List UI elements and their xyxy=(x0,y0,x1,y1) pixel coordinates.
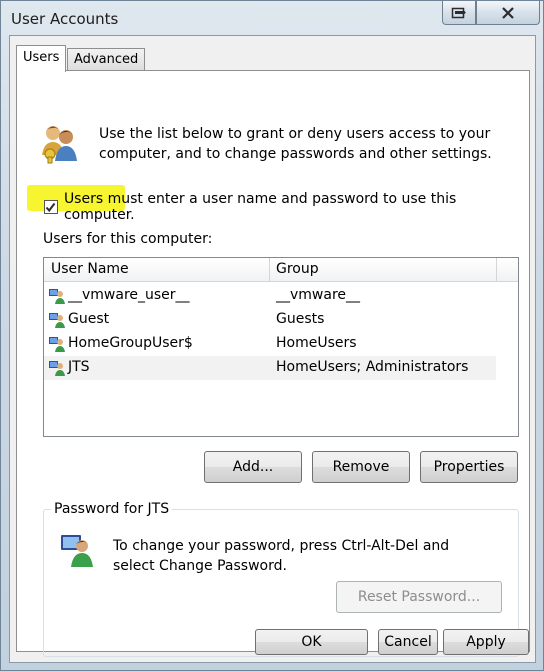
table-row[interactable]: HomeGroupUser$ HomeUsers xyxy=(44,332,496,356)
user-icon xyxy=(49,360,65,376)
restore-icon xyxy=(451,7,466,18)
list-header: User Name Group xyxy=(44,258,518,282)
user-group-cell: Guests xyxy=(276,311,325,327)
remove-button[interactable]: Remove xyxy=(312,451,410,483)
user-name-cell: __vmware_user__ xyxy=(68,287,190,303)
users-icon xyxy=(38,121,82,165)
user-name-cell: HomeGroupUser$ xyxy=(68,335,193,351)
title-bar[interactable]: User Accounts xyxy=(1,1,543,35)
cancel-button[interactable]: Cancel xyxy=(378,629,438,655)
close-button[interactable] xyxy=(476,1,540,25)
apply-button[interactable]: Apply xyxy=(443,629,529,655)
table-row[interactable]: __vmware_user__ __vmware__ xyxy=(44,284,496,308)
intro-text: Use the list below to grant or deny user… xyxy=(99,126,492,162)
user-name-cell: JTS xyxy=(68,359,90,375)
window-frame: User Accounts Users Advanced Use the lis… xyxy=(0,0,544,671)
users-list-label: Users for this computer: xyxy=(43,231,213,247)
ok-button[interactable]: OK xyxy=(255,629,368,655)
users-tab-panel: Use the list below to grant or deny user… xyxy=(16,70,530,657)
table-row-selected[interactable]: JTS HomeUsers; Administrators xyxy=(44,356,496,380)
dialog-client: Users Advanced Use the list below to gra… xyxy=(9,35,536,663)
user-icon xyxy=(49,288,65,304)
table-row[interactable]: Guest Guests xyxy=(44,308,496,332)
restore-button[interactable] xyxy=(442,1,476,25)
user-group-cell: HomeUsers; Administrators xyxy=(276,359,469,375)
require-password-checkbox[interactable] xyxy=(44,200,58,214)
column-divider[interactable] xyxy=(496,258,497,282)
user-name-cell: Guest xyxy=(68,311,110,327)
column-header-group[interactable]: Group xyxy=(276,261,319,277)
add-button[interactable]: Add... xyxy=(204,451,302,483)
user-group-cell: HomeUsers xyxy=(276,335,357,351)
reset-password-button[interactable]: Reset Password... xyxy=(336,581,502,613)
password-help-text: To change your password, press Ctrl-Alt-… xyxy=(113,538,450,574)
tab-users[interactable]: Users xyxy=(16,45,67,72)
require-password-label: Users must enter a user name and passwor… xyxy=(63,191,457,223)
checkmark-icon xyxy=(46,202,56,212)
properties-button[interactable]: Properties xyxy=(420,451,518,483)
user-group-cell: __vmware__ xyxy=(276,287,361,303)
window-title: User Accounts xyxy=(11,10,119,28)
tab-advanced[interactable]: Advanced xyxy=(67,48,146,72)
user-icon xyxy=(49,312,65,328)
column-header-user-name[interactable]: User Name xyxy=(51,261,129,277)
password-group-title: Password for JTS xyxy=(51,501,173,517)
close-icon xyxy=(502,6,514,19)
password-user-icon xyxy=(61,533,93,567)
require-password-option[interactable]: Users must enter a user name and passwor… xyxy=(44,191,529,223)
user-icon xyxy=(49,336,65,352)
column-divider[interactable] xyxy=(269,258,270,282)
users-list[interactable]: User Name Group __vmware_user__ __vmware… xyxy=(43,257,519,437)
